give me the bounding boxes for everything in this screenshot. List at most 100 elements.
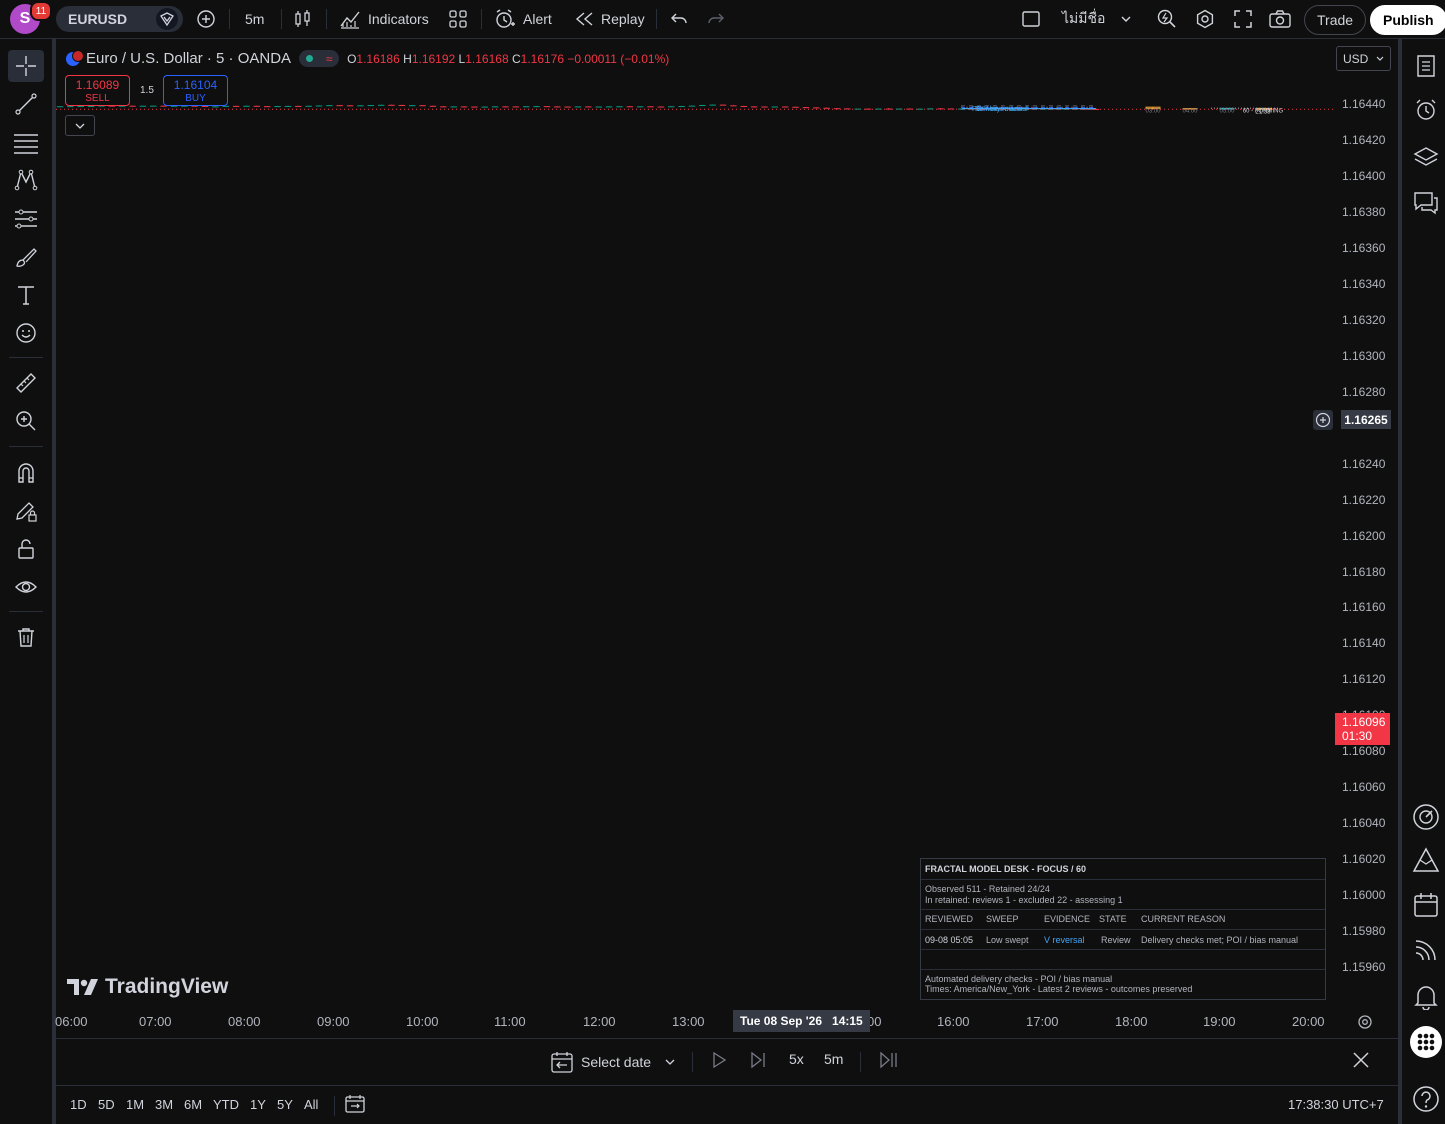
price-tick: 1.16220 <box>1342 493 1386 507</box>
watchlist-button[interactable] <box>1408 48 1444 84</box>
templates-button[interactable] <box>449 6 467 32</box>
add-alert-button[interactable] <box>1313 410 1333 430</box>
play-button[interactable] <box>711 1051 727 1069</box>
trend-line-tool[interactable] <box>8 88 44 120</box>
redo-button[interactable] <box>707 6 725 32</box>
layout-name-button[interactable]: ไม่มีชื่อ <box>1062 6 1105 32</box>
brush-tool[interactable] <box>8 241 44 273</box>
undo-button[interactable] <box>670 6 688 32</box>
close-replay-button[interactable] <box>1352 1051 1370 1069</box>
candle-body <box>688 105 696 107</box>
forecasting-tool[interactable] <box>8 203 44 235</box>
crosshair-tool[interactable] <box>8 50 44 82</box>
ohlc-values: O1.16186 H1.16192 L1.16168 C1.16176 −0.0… <box>347 52 669 66</box>
hide-drawings-tool[interactable] <box>8 571 44 603</box>
icon-tool[interactable] <box>8 317 44 349</box>
range-6m[interactable]: 6M <box>184 1097 202 1112</box>
compare-add-button[interactable] <box>196 6 216 32</box>
publish-button[interactable]: Publish <box>1370 5 1445 35</box>
bottom-toolbar: 1D 5D 1M 3M 6M YTD 1Y 5Y All 17:38:30 UT… <box>56 1086 1398 1124</box>
candle-body <box>129 105 136 107</box>
candle-body <box>450 106 457 108</box>
candle-body <box>616 106 623 108</box>
bar-countdown: 01:30 <box>1342 729 1373 743</box>
price-chart[interactable]: Delivery reviewPOI / bias manual 03:00 04:… <box>56 40 1392 1000</box>
lock-drawings-tool[interactable] <box>8 533 44 565</box>
candle-body <box>885 108 893 110</box>
replay-interval-button[interactable]: 5m <box>824 1051 843 1067</box>
symbol-info-icon[interactable] <box>156 8 178 30</box>
calendar-icon <box>1414 893 1438 917</box>
buy-price: 1.16104 <box>173 78 218 92</box>
fib-tool[interactable] <box>8 127 44 159</box>
jump-to-realtime-button[interactable] <box>879 1051 899 1069</box>
candle-body <box>636 106 644 108</box>
range-ytd[interactable]: YTD <box>213 1097 239 1112</box>
zoom-tool[interactable] <box>8 405 44 437</box>
measure-tool[interactable] <box>8 367 44 399</box>
pattern-tool[interactable] <box>8 164 44 196</box>
clock-timezone[interactable]: 17:38:30 UTC+7 <box>1288 1097 1384 1112</box>
range-all[interactable]: All <box>304 1097 318 1112</box>
notifications-button[interactable] <box>1408 979 1444 1015</box>
market-status-badge[interactable]: ≈ <box>299 50 340 67</box>
quick-search-button[interactable] <box>1156 6 1178 32</box>
price-tick: 1.16040 <box>1342 816 1386 830</box>
settings-button[interactable] <box>1195 6 1215 32</box>
chats-button[interactable] <box>1408 185 1444 221</box>
layout-select-button[interactable] <box>1021 6 1041 32</box>
layout-menu-button[interactable] <box>1120 6 1132 32</box>
screener-button[interactable] <box>1408 842 1444 878</box>
snapshot-button[interactable] <box>1269 6 1291 32</box>
select-date-button[interactable]: Select date <box>551 1051 675 1073</box>
ideas-button[interactable] <box>1408 799 1444 835</box>
range-5d[interactable]: 5D <box>98 1097 115 1112</box>
range-1d[interactable]: 1D <box>70 1097 87 1112</box>
replay-speed-button[interactable]: 5x <box>789 1051 804 1067</box>
axis-settings-button[interactable] <box>1357 1014 1373 1030</box>
alerts-panel-button[interactable] <box>1408 92 1444 128</box>
step-forward-button[interactable] <box>749 1051 767 1069</box>
alert-button[interactable]: Alert <box>494 6 552 32</box>
object-tree-button[interactable] <box>1408 139 1444 175</box>
sell-button[interactable]: 1.16089 SELL <box>65 75 130 106</box>
buy-button[interactable]: 1.16104 BUY <box>163 75 228 106</box>
divider <box>9 611 43 612</box>
crosshair-date: Tue 08 Sep '26 <box>740 1014 823 1028</box>
eye-icon <box>15 581 37 593</box>
symbol-title[interactable]: Euro / U.S. Dollar · 5 · OANDA <box>86 50 291 67</box>
goto-date-button[interactable] <box>345 1095 365 1113</box>
candle-body <box>346 105 354 107</box>
interval-button[interactable]: 5m <box>245 6 264 32</box>
candle-body <box>554 106 561 108</box>
magnet-tool[interactable] <box>8 457 44 489</box>
price-tick: 1.16320 <box>1342 313 1386 327</box>
range-1m[interactable]: 1M <box>126 1097 144 1112</box>
symbol-search-button[interactable]: EURUSD <box>56 6 183 32</box>
candle-body <box>284 105 292 107</box>
range-1y[interactable]: 1Y <box>250 1097 266 1112</box>
cell-reason: Delivery checks met; POI / bias manual <box>1141 935 1299 945</box>
header-sweep: SWEEP <box>986 914 1019 924</box>
text-tool[interactable] <box>8 279 44 311</box>
remove-drawings-tool[interactable] <box>8 621 44 653</box>
trade-button[interactable]: Trade <box>1304 5 1367 35</box>
calendar-button[interactable] <box>1408 887 1444 923</box>
currency-select[interactable]: USD <box>1336 46 1391 71</box>
chart-type-button[interactable] <box>294 6 312 32</box>
symbol-label: EURUSD <box>68 11 128 27</box>
range-3m[interactable]: 3M <box>155 1097 173 1112</box>
candle-body <box>916 108 924 110</box>
products-button[interactable] <box>1408 1024 1444 1060</box>
stay-in-drawing-mode-tool[interactable] <box>8 495 44 527</box>
trash-icon <box>18 628 34 647</box>
high-value: 1.16192 <box>411 51 456 66</box>
news-button[interactable] <box>1408 932 1444 968</box>
replay-button[interactable]: Replay <box>575 6 645 32</box>
legend-collapse-button[interactable] <box>65 115 95 136</box>
help-button[interactable] <box>1408 1081 1444 1117</box>
range-5y[interactable]: 5Y <box>277 1097 293 1112</box>
indicators-button[interactable]: Indicators <box>339 6 429 32</box>
fullscreen-button[interactable] <box>1234 6 1252 32</box>
play-icon <box>713 1051 727 1069</box>
